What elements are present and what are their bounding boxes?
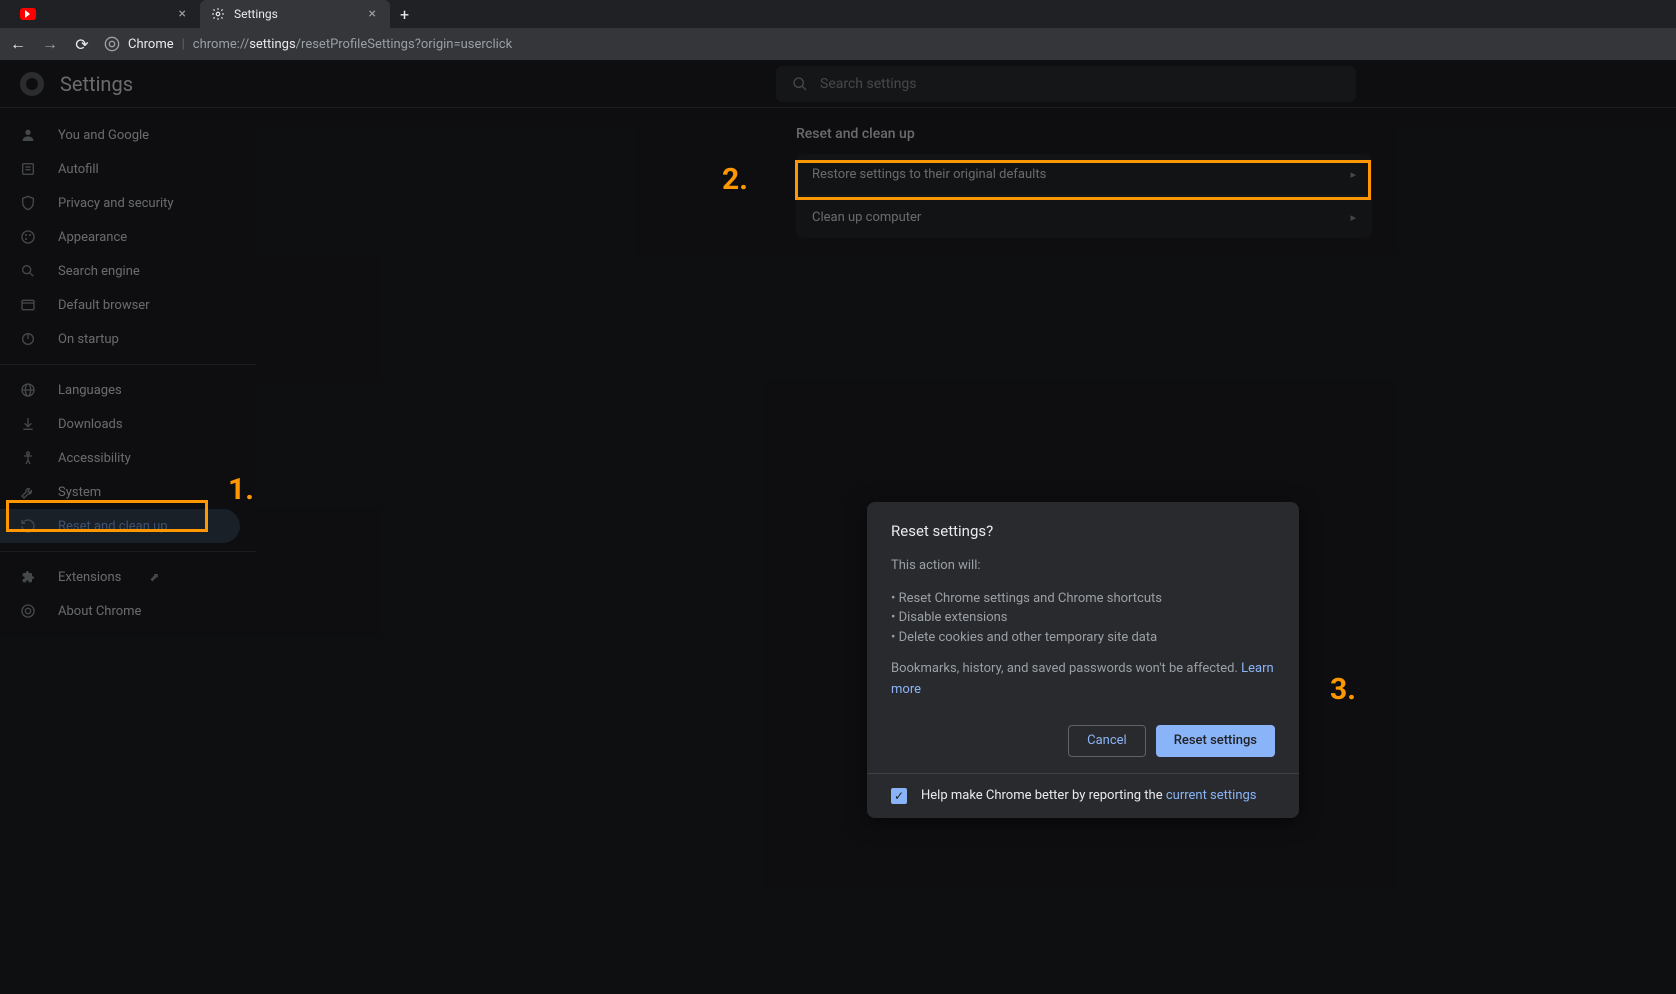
sidebar-item-label: Autofill (58, 162, 99, 177)
sidebar-item-autofill[interactable]: Autofill (0, 152, 240, 186)
sidebar-item-default-browser[interactable]: Default browser (0, 288, 240, 322)
close-icon[interactable]: × (175, 6, 190, 22)
sidebar-item-search-engine[interactable]: Search engine (0, 254, 240, 288)
sidebar-divider (0, 364, 256, 365)
row-label: Restore settings to their original defau… (812, 167, 1046, 182)
chevron-right-icon: ▸ (1350, 211, 1356, 224)
sidebar-item-label: Privacy and security (58, 196, 174, 211)
sidebar-item-you-and-google[interactable]: You and Google (0, 118, 240, 152)
globe-icon (20, 382, 38, 398)
sidebar-item-appearance[interactable]: Appearance (0, 220, 240, 254)
dialog-bullet: • Disable extensions (891, 608, 1275, 628)
row-label: Clean up computer (812, 210, 921, 225)
sidebar-item-extensions[interactable]: Extensions ⬈ (0, 560, 240, 594)
dialog-footer: ✓ Help make Chrome better by reporting t… (867, 773, 1299, 818)
sidebar-item-privacy-and-security[interactable]: Privacy and security (0, 186, 240, 220)
dialog-bullet: • Reset Chrome settings and Chrome short… (891, 589, 1275, 609)
sidebar-item-about-chrome[interactable]: About Chrome (0, 594, 240, 628)
dialog-title: Reset settings? (891, 522, 1275, 540)
settings-header: Settings Search settings (0, 60, 1676, 108)
annotation-3: 3. (1330, 672, 1356, 707)
settings-app: Settings Search settings You and Google A… (0, 60, 1676, 994)
current-settings-link[interactable]: current settings (1166, 788, 1257, 803)
autofill-icon (20, 161, 38, 177)
url-display[interactable]: Chrome | chrome://settings/resetProfileS… (104, 36, 1668, 52)
annotation-2: 2. (722, 162, 748, 197)
dialog-note: Bookmarks, history, and saved passwords … (891, 659, 1275, 701)
browser-icon (20, 297, 38, 313)
puzzle-icon (20, 569, 38, 585)
person-icon (20, 127, 38, 143)
search-icon (20, 263, 38, 279)
sidebar-item-label: You and Google (58, 128, 149, 143)
footer-text: Help make Chrome better by reporting the… (921, 788, 1257, 803)
scheme-label: Chrome (128, 37, 174, 52)
cancel-button[interactable]: Cancel (1068, 725, 1146, 757)
restore-defaults-row[interactable]: Restore settings to their original defau… (796, 154, 1372, 196)
reset-settings-dialog: Reset settings? This action will: • Rese… (867, 502, 1299, 818)
close-icon[interactable]: × (365, 6, 380, 22)
sidebar-item-on-startup[interactable]: On startup (0, 322, 240, 356)
search-placeholder: Search settings (820, 76, 917, 92)
dialog-actions: Cancel Reset settings (891, 725, 1275, 757)
sidebar-item-label: Default browser (58, 298, 150, 313)
dialog-subtitle: This action will: (891, 556, 1275, 577)
sidebar-item-reset-and-clean-up[interactable]: Reset and clean up (0, 509, 240, 543)
chrome-icon (20, 603, 38, 619)
browser-chrome: × Settings × + ← → ⟳ Chrome | chrome://s… (0, 0, 1676, 60)
chrome-icon (104, 36, 120, 52)
sidebar-item-label: On startup (58, 332, 119, 347)
sidebar-item-label: Reset and clean up (58, 519, 168, 534)
shield-icon (20, 195, 38, 211)
annotation-1: 1. (228, 472, 254, 507)
sidebar-item-system[interactable]: System (0, 475, 240, 509)
sidebar-item-label: Downloads (58, 417, 123, 432)
sidebar: You and Google Autofill Privacy and securi… (0, 108, 256, 994)
youtube-icon (20, 6, 36, 22)
reload-button[interactable]: ⟳ (72, 35, 92, 54)
search-icon (792, 76, 808, 92)
sidebar-item-label: Search engine (58, 264, 140, 279)
sidebar-item-label: Accessibility (58, 451, 131, 466)
sidebar-item-downloads[interactable]: Downloads (0, 407, 240, 441)
settings-body: You and Google Autofill Privacy and securi… (0, 108, 1676, 994)
report-checkbox[interactable]: ✓ (891, 788, 907, 804)
sidebar-item-label: Extensions (58, 570, 121, 585)
url-text: chrome://settings/resetProfileSettings?o… (193, 37, 512, 52)
new-tab-button[interactable]: + (390, 5, 419, 24)
tab-settings[interactable]: Settings × (200, 0, 390, 28)
section-title: Reset and clean up (796, 126, 1676, 142)
wrench-icon (20, 484, 38, 500)
back-button[interactable]: ← (8, 34, 28, 54)
reset-settings-button[interactable]: Reset settings (1156, 725, 1275, 757)
external-link-icon: ⬈ (149, 570, 159, 584)
tab-title: Settings (234, 7, 278, 21)
palette-icon (20, 229, 38, 245)
gear-icon (210, 6, 226, 22)
forward-button[interactable]: → (40, 34, 60, 54)
chevron-right-icon: ▸ (1350, 168, 1356, 181)
sidebar-item-label: About Chrome (58, 604, 141, 619)
sidebar-item-label: Languages (58, 383, 122, 398)
sidebar-item-label: System (58, 485, 101, 500)
chrome-logo-icon (20, 72, 44, 96)
page-title: Settings (60, 72, 133, 96)
access-icon (20, 450, 38, 466)
cleanup-computer-row[interactable]: Clean up computer ▸ (796, 196, 1372, 238)
dialog-bullet: • Delete cookies and other temporary sit… (891, 628, 1275, 648)
tab-youtube[interactable]: × (10, 0, 200, 28)
separator: | (182, 37, 185, 52)
settings-card: Restore settings to their original defau… (796, 154, 1372, 238)
tab-bar: × Settings × + (0, 0, 1676, 28)
dialog-bullet-list: • Reset Chrome settings and Chrome short… (891, 589, 1275, 648)
power-icon (20, 331, 38, 347)
sidebar-item-languages[interactable]: Languages (0, 373, 240, 407)
address-bar: ← → ⟳ Chrome | chrome://settings/resetPr… (0, 28, 1676, 60)
sidebar-divider (0, 551, 256, 552)
restore-icon (20, 518, 38, 534)
download-icon (20, 416, 38, 432)
sidebar-item-label: Appearance (58, 230, 127, 245)
search-input[interactable]: Search settings (776, 66, 1356, 102)
sidebar-item-accessibility[interactable]: Accessibility (0, 441, 240, 475)
